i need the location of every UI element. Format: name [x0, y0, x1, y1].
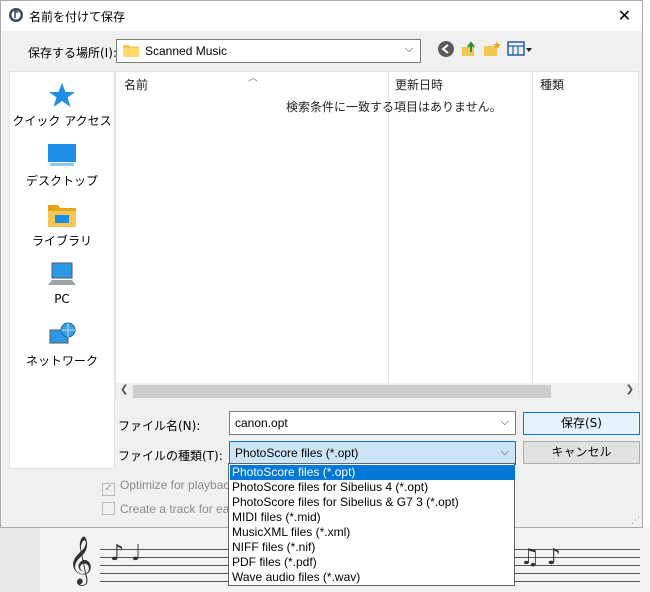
checkbox-label: Create a track for each [120, 502, 243, 516]
empty-list-message: 検索条件に一致する項目はありません。 [286, 100, 502, 114]
save-as-dialog: 名前を付けて保存 ✕ 保存する場所(I): Scanned Music ⌵ クイ… [0, 0, 643, 528]
dropdown-option[interactable]: PDF files (*.pdf) [230, 555, 515, 570]
dropdown-option[interactable]: PhotoScore files (*.opt) [230, 465, 515, 480]
create-track-checkbox[interactable]: Create a track for each [102, 502, 242, 516]
filetype-dropdown-list[interactable]: PhotoScore files (*.opt) PhotoScore file… [228, 463, 515, 586]
dropdown-option[interactable]: MIDI files (*.mid) [230, 510, 515, 525]
resize-grip-icon[interactable]: ⋰ [631, 516, 640, 526]
checkbox-label: Optimize for playback [120, 478, 236, 492]
column-divider[interactable] [532, 72, 533, 384]
filename-value: canon.opt [235, 416, 288, 430]
place-quick-access[interactable]: クイック アクセス [10, 82, 114, 129]
save-button[interactable]: 保存(S) [523, 412, 640, 435]
optimize-playback-checkbox[interactable]: ✓ Optimize for playback [102, 478, 235, 496]
column-header-name[interactable]: 名前 [124, 76, 148, 93]
window-title: 名前を付けて保存 [29, 10, 126, 24]
filename-label: ファイル名(N): [118, 419, 201, 433]
note-icon: ♫ ♪ [520, 545, 561, 570]
dropdown-option[interactable]: MusicXML files (*.xml) [230, 525, 515, 540]
filetype-value: PhotoScore files (*.opt) [235, 446, 359, 460]
scroll-left-icon[interactable]: ❮ [120, 384, 128, 395]
checkbox-box[interactable]: ✓ [102, 483, 115, 496]
chevron-down-icon[interactable]: ⌵ [501, 415, 509, 429]
column-header-type[interactable]: 種類 [540, 76, 564, 93]
treble-clef-icon: 𝄞 [68, 535, 93, 584]
checkbox-box[interactable] [102, 502, 115, 515]
star-icon [49, 83, 75, 107]
scrollbar-thumb[interactable] [133, 385, 551, 398]
chevron-down-icon: ⌵ [405, 42, 414, 55]
new-folder-icon[interactable] [483, 40, 501, 58]
back-icon[interactable] [437, 40, 455, 58]
horizontal-scrollbar[interactable]: ❮ ❯ [116, 383, 638, 400]
dropdown-option[interactable]: NIFF files (*.nif) [230, 540, 515, 555]
location-combobox[interactable]: Scanned Music ⌵ [116, 39, 421, 63]
view-menu-icon[interactable] [507, 40, 533, 58]
dropdown-option[interactable]: Wave audio files (*.wav) [230, 570, 515, 585]
title-bar[interactable]: 名前を付けて保存 ✕ [1, 1, 642, 31]
place-label: ライブラリ [31, 234, 92, 248]
pc-icon [48, 262, 76, 285]
place-network[interactable]: ネットワーク [10, 322, 114, 369]
up-folder-icon[interactable] [460, 40, 478, 58]
note-icon: ♪ ♩ [110, 541, 142, 566]
filename-input[interactable]: canon.opt ⌵ [229, 411, 516, 435]
place-desktop[interactable]: デスクトップ [10, 142, 114, 189]
place-label: デスクトップ [25, 174, 98, 188]
network-icon [49, 322, 76, 344]
filetype-combobox[interactable]: PhotoScore files (*.opt) ⌵ [229, 441, 516, 465]
place-pc[interactable]: PC [10, 262, 114, 306]
sort-arrow-icon: ︿ [248, 73, 258, 84]
place-label: ネットワーク [25, 354, 98, 368]
place-label: クイック アクセス [12, 114, 112, 128]
chevron-down-icon: ⌵ [500, 445, 509, 458]
desktop-icon [48, 144, 76, 166]
filetype-label: ファイルの種類(T): [118, 449, 223, 463]
column-header-modified[interactable]: 更新日時 [395, 76, 443, 93]
place-label: PC [54, 292, 70, 306]
file-list[interactable]: ︿ 名前 更新日時 種類 検索条件に一致する項目はありません。 ❮ ❯ [115, 71, 639, 400]
app-icon [9, 8, 23, 22]
location-label: 保存する場所(I): [28, 46, 117, 60]
library-icon [48, 205, 76, 227]
column-divider[interactable] [388, 72, 389, 384]
folder-icon [123, 45, 139, 57]
dropdown-option[interactable]: PhotoScore files for Sibelius & G7 3 (*.… [230, 495, 515, 510]
scroll-right-icon[interactable]: ❯ [626, 384, 634, 395]
location-value: Scanned Music [145, 44, 228, 58]
place-library[interactable]: ライブラリ [10, 202, 114, 249]
cancel-button[interactable]: キャンセル [523, 441, 640, 464]
navigation-pane: クイック アクセス デスクトップ ライブラリ PC ネットワーク [9, 71, 115, 469]
dropdown-option[interactable]: PhotoScore files for Sibelius 4 (*.opt) [230, 480, 515, 495]
close-button[interactable]: ✕ [607, 1, 642, 31]
